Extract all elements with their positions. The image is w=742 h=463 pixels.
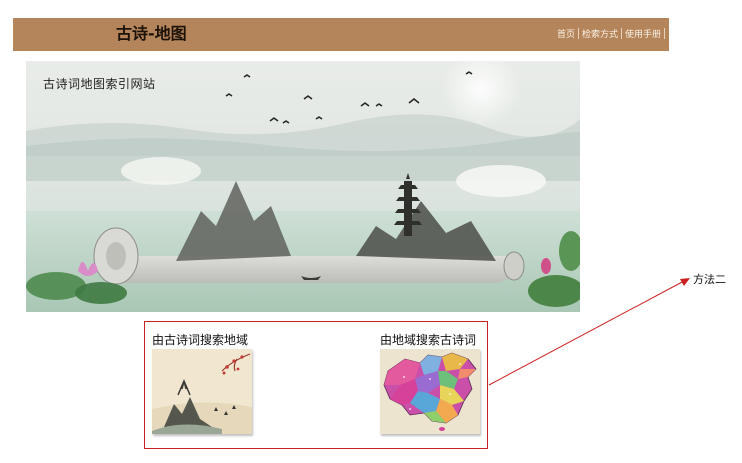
search-by-region-label: 由地域搜索古诗词 — [380, 333, 477, 347]
hero-banner: 古诗词地图索引网站 — [26, 61, 580, 312]
top-nav: 首页 检索方式 使用手册 — [554, 27, 665, 40]
site-title: 古诗-地图 — [116, 24, 187, 43]
nav-item-manual[interactable]: 使用手册 — [622, 27, 664, 40]
nav-divider — [664, 28, 665, 39]
search-by-poem-label: 由古诗词搜索地域 — [152, 333, 249, 347]
ink-landscape-banner-image — [26, 61, 580, 312]
nav-item-home[interactable]: 首页 — [554, 27, 578, 40]
banner-caption: 古诗词地图索引网站 — [43, 77, 156, 91]
method-two-annotation: 方法二 — [693, 273, 726, 286]
nav-item-search-methods[interactable]: 检索方式 — [579, 27, 621, 40]
search-by-poem-card[interactable]: 由古诗词搜索地域 — [152, 332, 252, 434]
china-map-thumbnail[interactable] — [380, 349, 480, 434]
ink-landscape-thumbnail[interactable] — [152, 349, 252, 434]
header-bar: 古诗-地图 首页 检索方式 使用手册 — [13, 18, 669, 51]
search-by-region-card[interactable]: 由地域搜索古诗词 — [380, 332, 480, 434]
nav-divider — [577, 28, 579, 39]
nav-divider — [620, 28, 622, 39]
